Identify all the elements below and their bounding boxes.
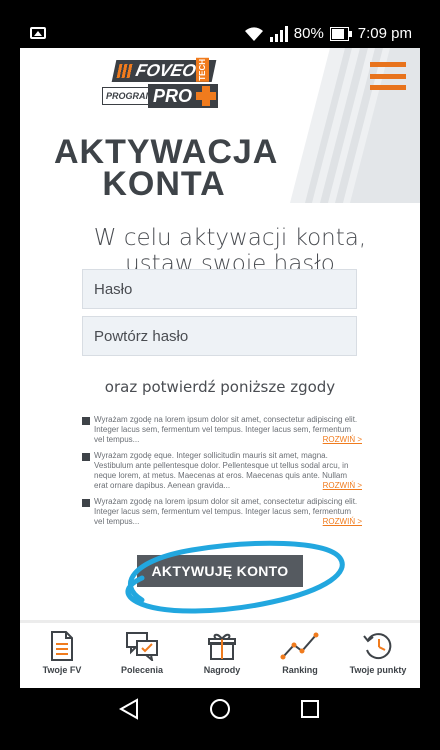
- bottom-navigation: Twoje FV Polecenia Nagrody Ranking Twoje…: [20, 620, 420, 688]
- password-field[interactable]: [82, 269, 357, 309]
- consent-heading: oraz potwierdź poniższe zgody: [104, 378, 336, 396]
- chat-icon: [126, 632, 158, 661]
- battery-percent: 80%: [293, 25, 324, 42]
- page-header: FOVEO TECH PROGRAM PRO AKTYWACJA KONTA: [20, 48, 420, 203]
- consent-item: Wyrażam zgodę eque. Integer sollicitudin…: [82, 451, 362, 491]
- consent-checkbox[interactable]: [82, 499, 90, 507]
- nav-item-twoje-punkty[interactable]: Twoje punkty: [338, 631, 418, 675]
- battery-icon: [329, 26, 352, 41]
- recents-icon[interactable]: [299, 698, 321, 720]
- consent-checkbox[interactable]: [82, 417, 90, 425]
- system-navigation-bar: [20, 688, 420, 730]
- back-icon[interactable]: [118, 698, 140, 720]
- repeat-password-field[interactable]: [82, 316, 357, 356]
- wifi-icon: [244, 26, 263, 41]
- clock: 7:09 pm: [357, 25, 412, 42]
- consent-list: Wyrażam zgodę na lorem ipsum dolor sit a…: [82, 415, 362, 533]
- foveo-tech-logo: FOVEO TECH PROGRAM PRO: [102, 58, 219, 112]
- nav-item-nagrody[interactable]: Nagrody: [182, 631, 262, 675]
- gallery-notification-icon: [30, 27, 46, 39]
- logo-tech: TECH: [196, 58, 209, 82]
- expand-link[interactable]: ROZWIŃ >: [320, 435, 362, 445]
- logo-plus-icon: [194, 84, 218, 108]
- consent-item: Wyrażam zgodę na lorem ipsum dolor sit a…: [82, 415, 362, 445]
- nav-item-twoje-fv[interactable]: Twoje FV: [22, 631, 102, 675]
- home-icon[interactable]: [209, 698, 231, 720]
- history-clock-icon: [363, 633, 392, 660]
- status-bar: 80% 7:09 pm: [20, 20, 420, 48]
- nav-item-polecenia[interactable]: Polecenia: [102, 631, 182, 675]
- status-icons: 80% 7:09 pm: [244, 25, 412, 42]
- hamburger-menu-icon[interactable]: [370, 62, 406, 90]
- activate-account-button[interactable]: AKTYWUJĘ KONTO: [137, 555, 303, 587]
- consent-item: Wyrażam zgodę na lorem ipsum dolor sit a…: [82, 497, 362, 527]
- gift-icon: [208, 633, 236, 660]
- page-title: AKTYWACJA KONTA: [54, 133, 279, 203]
- app-screen: 80% 7:09 pm FOVEO TECH PROGRAM PRO AKTYW…: [20, 20, 420, 730]
- document-icon: [51, 631, 73, 661]
- expand-link[interactable]: ROZWIŃ >: [320, 517, 362, 527]
- ranking-chart-icon: [280, 632, 319, 660]
- signal-icon: [269, 25, 288, 42]
- nav-item-ranking[interactable]: Ranking: [260, 631, 340, 675]
- expand-link[interactable]: ROZWIŃ >: [320, 481, 362, 491]
- consent-checkbox[interactable]: [82, 453, 90, 461]
